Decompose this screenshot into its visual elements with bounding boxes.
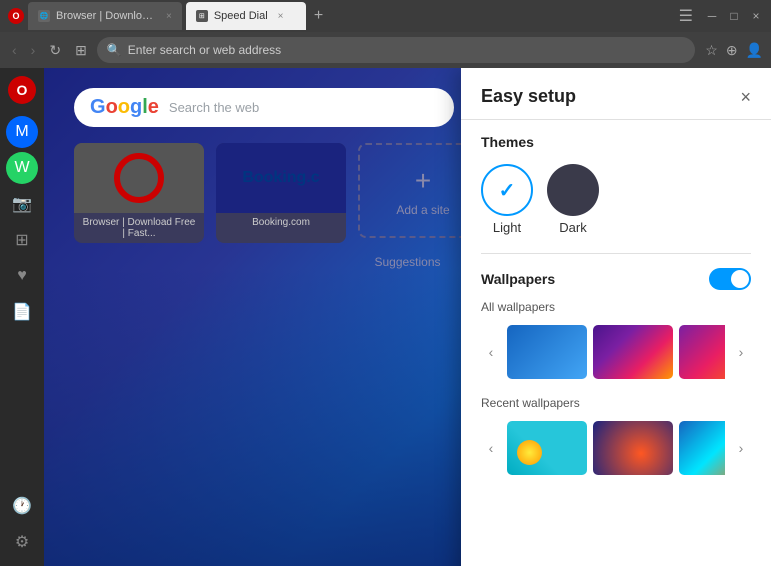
settings-icon: ⚙ [15,532,29,552]
opera-card-label: Browser | Download Free | Fast... [74,213,204,243]
dial-card-booking[interactable]: Booking.c Booking.com [216,143,346,243]
opera-card-image [74,143,204,213]
wallpaper-thumb-3[interactable] [679,325,725,379]
sidebar-item-camera[interactable]: 📷 [6,188,38,220]
sidebar-item-news[interactable]: 📄 [6,296,38,328]
wallpapers-toggle[interactable] [709,268,751,290]
panel-header-divider [461,119,771,120]
themes-row: ✓ Light Dark [481,164,751,235]
sidebar-item-whatsapp[interactable]: W [6,152,38,184]
recent-wallpapers-row: ‹ › [481,418,751,478]
recent-thumb-1[interactable] [507,421,587,475]
address-text: Enter search or web address [128,43,281,57]
all-wallpapers-prev[interactable]: ‹ [481,322,501,382]
all-wallpapers-row: ‹ › [481,322,751,382]
theme-label-light: Light [493,220,521,235]
refresh-button[interactable]: ↻ [45,40,65,61]
new-tab-button[interactable]: + [314,7,323,25]
tab-2[interactable]: ⊞ Speed Dial × [186,2,306,30]
tab-1-label: Browser | Download Free | Fast... [56,10,156,22]
theme-option-dark[interactable]: Dark [547,164,599,235]
theme-circle-dark [547,164,599,216]
recent-thumb-3[interactable] [679,421,725,475]
panel-body: Themes ✓ Light Dark [461,134,771,566]
heart-icon: ♥ [17,267,27,285]
recent-wallpapers-grid [507,421,725,475]
all-wallpapers-label: All wallpapers [481,300,751,314]
booking-card-label: Booking.com [216,213,346,232]
toolbar-icons: ☆ ⊕ 👤 [705,42,763,59]
maximize-button[interactable]: □ [727,9,741,23]
sidebar-item-messenger[interactable]: M [6,116,38,148]
google-logo: Google [90,96,159,119]
sidebar-item-favorites[interactable]: ♥ [6,260,38,292]
tab-2-close[interactable]: × [278,11,284,22]
tab-2-label: Speed Dial [214,10,268,22]
recent-wallpapers-next[interactable]: › [731,418,751,478]
panel-header: Easy setup × [461,68,771,119]
google-search-placeholder: Search the web [169,100,259,115]
wallpaper-thumb-1[interactable] [507,325,587,379]
theme-check-light: ✓ [499,178,516,203]
panel-title: Easy setup [481,86,576,107]
news-icon: 📄 [12,302,32,322]
wallpapers-header: Wallpapers [481,268,751,290]
opera-o-logo [114,153,164,203]
search-icon: 🔍 [107,43,122,57]
title-bar: O 🌐 Browser | Download Free | Fast... × … [0,0,771,32]
sidebar: O M W 📷 ⊞ ♥ 📄 🕐 ⚙ [0,68,44,566]
main-content: O M W 📷 ⊞ ♥ 📄 🕐 ⚙ [0,68,771,566]
browser-frame: O 🌐 Browser | Download Free | Fast... × … [0,0,771,566]
recent-wallpapers-label: Recent wallpapers [481,396,751,410]
forward-button[interactable]: › [27,40,40,60]
sidebar-opera-logo: O [8,76,36,104]
theme-circle-light: ✓ [481,164,533,216]
panel-close-button[interactable]: × [740,88,751,106]
booking-card-image: Booking.c [216,143,346,213]
back-button[interactable]: ‹ [8,40,21,60]
sidebar-item-grid[interactable]: ⊞ [6,224,38,256]
whatsapp-icon: W [14,159,29,177]
camera-icon: 📷 [12,194,32,214]
booking-logo-text: Booking.c [242,169,319,187]
themes-wallpapers-divider [481,253,751,254]
tab-2-icon: ⊞ [196,10,208,22]
bookmark-icon[interactable]: ☆ [705,42,718,59]
toggle-knob [731,270,749,288]
clock-icon: 🕐 [12,496,32,516]
theme-option-light[interactable]: ✓ Light [481,164,533,235]
close-window-button[interactable]: × [749,9,763,23]
address-bar[interactable]: 🔍 Enter search or web address [97,37,695,63]
menu-icon[interactable]: ☰ [679,6,693,26]
sidebar-item-settings[interactable]: ⚙ [6,526,38,558]
sidebar-item-history[interactable]: 🕐 [6,490,38,522]
themes-section-title: Themes [481,134,751,150]
easy-setup-panel: Easy setup × Themes ✓ Light [461,68,771,566]
recent-wallpapers-prev[interactable]: ‹ [481,418,501,478]
grid-icon: ⊞ [15,230,28,250]
nav-bar: ‹ › ↻ ⊞ 🔍 Enter search or web address ☆ … [0,32,771,68]
extensions-icon[interactable]: ⊕ [726,42,738,59]
theme-label-dark: Dark [559,220,586,235]
tab-1[interactable]: 🌐 Browser | Download Free | Fast... × [28,2,182,30]
add-site-label: Add a site [396,203,449,217]
wallpaper-thumb-2[interactable] [593,325,673,379]
profile-icon[interactable]: 👤 [746,42,763,59]
messenger-icon: M [15,123,28,141]
wallpapers-section-title: Wallpapers [481,271,555,287]
minimize-button[interactable]: ─ [705,9,719,23]
window-controls: ☰ ─ □ × [679,6,763,26]
tab-1-icon: 🌐 [38,10,50,22]
all-wallpapers-grid [507,325,725,379]
opera-logo: O [8,8,24,24]
all-wallpapers-next[interactable]: › [731,322,751,382]
home-button[interactable]: ⊞ [71,40,91,61]
add-plus-icon: + [415,165,431,197]
tab-1-close[interactable]: × [166,11,172,22]
dial-card-opera[interactable]: Browser | Download Free | Fast... [74,143,204,243]
google-search-bar[interactable]: Google Search the web [74,88,454,127]
recent-thumb-2[interactable] [593,421,673,475]
